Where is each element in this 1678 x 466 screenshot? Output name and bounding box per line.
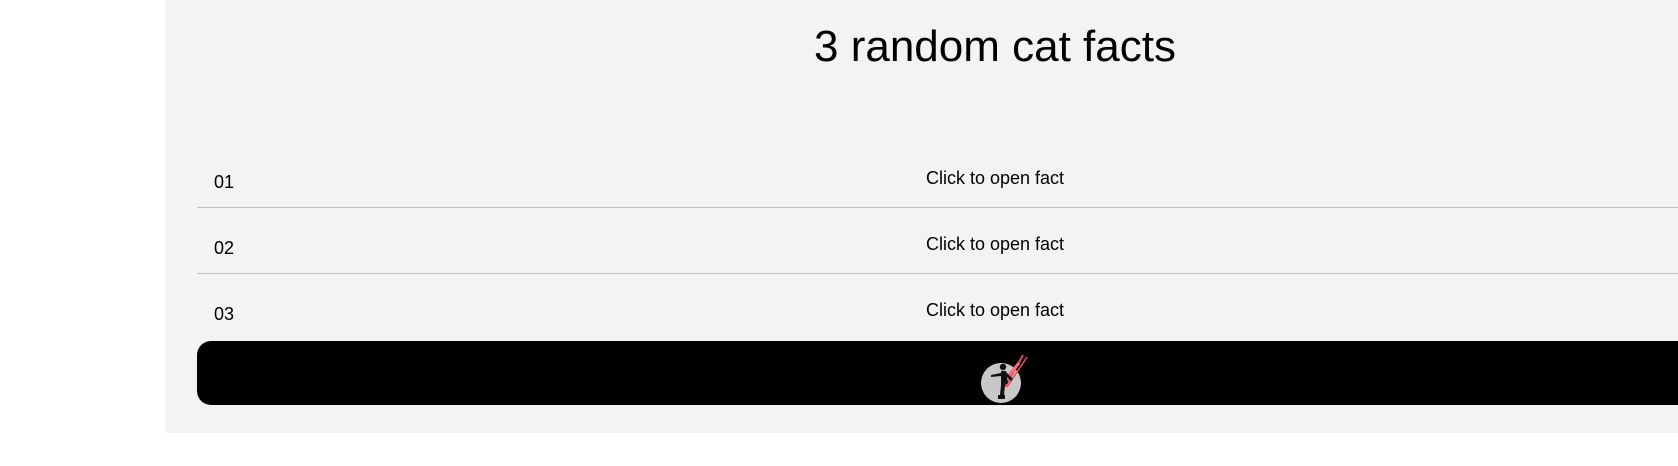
open-fact-link[interactable]: Click to open fact <box>197 234 1678 255</box>
main-panel: 3 random cat facts 01 Click to open fact… <box>165 0 1678 433</box>
fact-row-02[interactable]: 02 Click to open fact <box>197 208 1678 274</box>
open-fact-link[interactable]: Click to open fact <box>197 300 1678 321</box>
runner-logo-icon <box>981 354 1028 403</box>
fact-list: 01 Click to open fact 02 Click to open f… <box>197 142 1678 339</box>
page-title: 3 random cat facts <box>814 22 1176 71</box>
footer-bar <box>197 341 1678 405</box>
open-fact-link[interactable]: Click to open fact <box>197 168 1678 189</box>
fact-row-03[interactable]: 03 Click to open fact <box>197 274 1678 339</box>
fact-row-01[interactable]: 01 Click to open fact <box>197 142 1678 208</box>
